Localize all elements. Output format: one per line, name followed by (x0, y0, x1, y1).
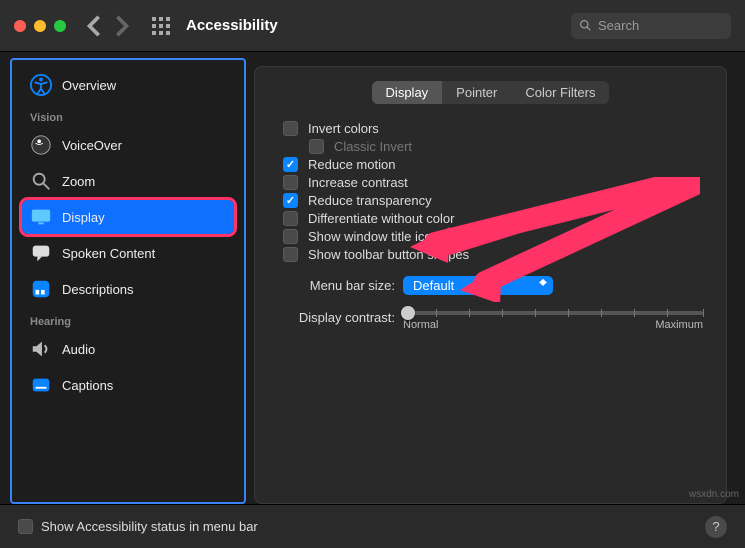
search-icon (579, 19, 592, 32)
option-classic-invert: Classic Invert (309, 139, 706, 154)
option-invert-colors[interactable]: Invert colors (283, 121, 706, 136)
option-differentiate[interactable]: Differentiate without color (283, 211, 706, 226)
sidebar-section-hearing: Hearing (30, 316, 234, 328)
checkbox[interactable] (283, 175, 298, 190)
close-window-button[interactable] (14, 20, 26, 32)
display-contrast-label: Display contrast: (283, 310, 395, 325)
search-placeholder: Search (598, 18, 639, 33)
tab-display[interactable]: Display (372, 81, 443, 104)
accessibility-icon (30, 74, 52, 96)
footer-bar: Show Accessibility status in menu bar ? (0, 504, 745, 548)
settings-panel: Display Pointer Color Filters Invert col… (254, 66, 727, 504)
option-increase-contrast[interactable]: Increase contrast (283, 175, 706, 190)
slider-max-label: Maximum (655, 319, 703, 331)
tab-bar: Display Pointer Color Filters (275, 67, 706, 118)
tab-pointer[interactable]: Pointer (442, 81, 511, 104)
voiceover-icon (30, 134, 52, 156)
checkbox[interactable] (283, 229, 298, 244)
maximize-window-button[interactable] (54, 20, 66, 32)
menu-bar-size-row: Menu bar size: Default (283, 276, 706, 295)
option-toolbar-shapes[interactable]: Show toolbar button shapes (283, 247, 706, 262)
descriptions-icon (30, 278, 52, 300)
help-button[interactable]: ? (705, 516, 727, 538)
menu-bar-size-select[interactable]: Default (403, 276, 553, 295)
display-icon (30, 206, 52, 228)
sidebar-item-label: Overview (62, 78, 116, 93)
window-titlebar: Accessibility Search (0, 0, 745, 52)
sidebar-item-display[interactable]: Display (22, 200, 234, 234)
checkbox[interactable] (283, 193, 298, 208)
option-reduce-motion[interactable]: Reduce motion (283, 157, 706, 172)
captions-icon (30, 374, 52, 396)
display-contrast-slider[interactable] (403, 311, 703, 315)
sidebar-item-label: Display (62, 210, 105, 225)
checkbox[interactable] (283, 247, 298, 262)
sidebar-item-spoken-content[interactable]: Spoken Content (22, 236, 234, 270)
watermark: wsxdn.com (689, 489, 739, 500)
status-label: Show Accessibility status in menu bar (41, 519, 258, 534)
page-title: Accessibility (186, 17, 278, 34)
tab-color-filters[interactable]: Color Filters (511, 81, 609, 104)
search-input[interactable]: Search (571, 13, 731, 39)
slider-knob[interactable] (401, 306, 415, 320)
minimize-window-button[interactable] (34, 20, 46, 32)
checkbox[interactable] (283, 211, 298, 226)
content-area: Display Pointer Color Filters Invert col… (246, 52, 745, 504)
option-reduce-transparency[interactable]: Reduce transparency (283, 193, 706, 208)
sidebar-item-label: Captions (62, 378, 113, 393)
sidebar-item-label: VoiceOver (62, 138, 122, 153)
speech-bubble-icon (30, 242, 52, 264)
sidebar-item-voiceover[interactable]: VoiceOver (22, 128, 234, 162)
forward-button[interactable] (110, 15, 132, 37)
sidebar-item-label: Zoom (62, 174, 95, 189)
sidebar-item-audio[interactable]: Audio (22, 332, 234, 366)
sidebar-item-label: Descriptions (62, 282, 134, 297)
slider-min-label: Normal (403, 319, 438, 331)
window-controls (14, 20, 66, 32)
option-window-title-icons[interactable]: Show window title icons (283, 229, 706, 244)
grid-icon[interactable] (150, 15, 172, 37)
checkbox (309, 139, 324, 154)
sidebar-section-vision: Vision (30, 112, 234, 124)
sidebar-item-label: Audio (62, 342, 95, 357)
sidebar: Overview Vision VoiceOver Zoom Display S… (10, 58, 246, 504)
display-contrast-row: Display contrast: Normal Maximum (283, 303, 706, 331)
status-checkbox[interactable] (18, 519, 33, 534)
checkbox[interactable] (283, 121, 298, 136)
sidebar-item-overview[interactable]: Overview (22, 68, 234, 102)
sidebar-item-zoom[interactable]: Zoom (22, 164, 234, 198)
sidebar-item-label: Spoken Content (62, 246, 155, 261)
sidebar-item-captions[interactable]: Captions (22, 368, 234, 402)
zoom-icon (30, 170, 52, 192)
sidebar-item-descriptions[interactable]: Descriptions (22, 272, 234, 306)
speaker-icon (30, 338, 52, 360)
menu-bar-size-label: Menu bar size: (283, 278, 395, 293)
back-button[interactable] (84, 15, 106, 37)
checkbox[interactable] (283, 157, 298, 172)
